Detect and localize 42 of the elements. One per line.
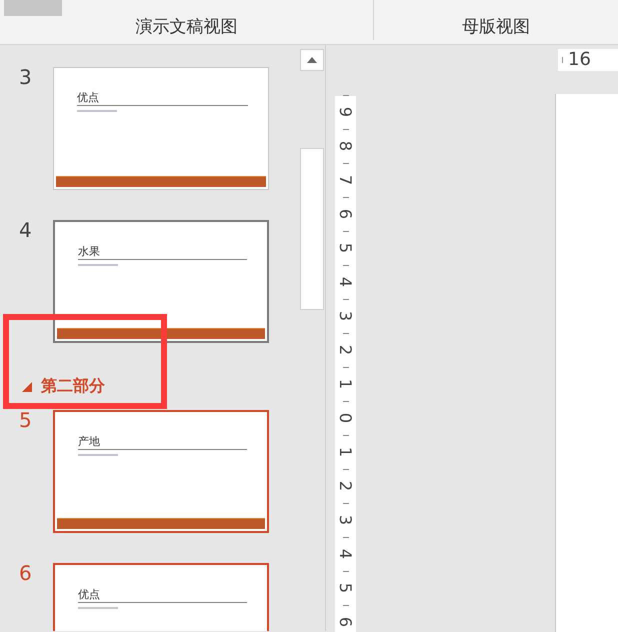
ruler-number: 8 [338,140,354,152]
slide-thumbnail[interactable]: 优点 [53,67,269,190]
slide-thumbnail[interactable]: 产地 [53,410,269,533]
ruler-number: 4 [338,548,354,560]
ruler-number: 2 [338,480,354,492]
ruler-number: 16 [568,49,591,71]
subtitle-lines-icon [78,264,118,266]
slide-title: 优点 [77,91,99,104]
expand-triangle-icon[interactable] [22,382,32,392]
ruler-number: 2 [338,344,354,356]
scroll-up-button[interactable] [300,49,324,71]
slide-number: 3 [18,67,33,89]
slide-thumbnail[interactable]: 优点 [53,563,269,631]
slide-thumbnail[interactable]: 水果 [53,220,269,343]
ruler-number: 3 [338,514,354,526]
ruler-number: 3 [338,310,354,322]
up-arrow-icon [306,57,316,63]
slide-canvas[interactable] [555,94,618,632]
ruler-number: 5 [338,582,354,594]
scrollbar-thumb[interactable] [300,148,324,310]
ruler-number: 7 [338,174,354,186]
slide-number: 6 [18,563,33,585]
subtitle-lines-icon [78,454,118,456]
slide-title: 水果 [78,245,100,258]
slide-number: 5 [18,410,33,432]
section-title[interactable]: 第二部分 [41,376,105,397]
ruler-number: 6 [338,616,354,628]
subtitle-lines-icon [78,607,118,609]
ruler-number: 1 [338,378,354,390]
slide-number: 4 [18,220,33,242]
ruler-number: 6 [338,208,354,220]
ruler-number: 0 [338,412,354,424]
ruler-number: 1 [338,446,354,458]
ribbon-button[interactable] [4,0,62,16]
ruler-number: 4 [338,276,354,288]
slide-title: 产地 [78,435,100,448]
view-tab[interactable]: 母版视图 [374,0,618,40]
ruler-number: 9 [338,106,354,118]
slide-title: 优点 [78,588,100,601]
subtitle-lines-icon [77,110,117,112]
view-tab[interactable]: 演示文稿视图 [0,0,374,40]
ruler-number: 5 [338,242,354,254]
